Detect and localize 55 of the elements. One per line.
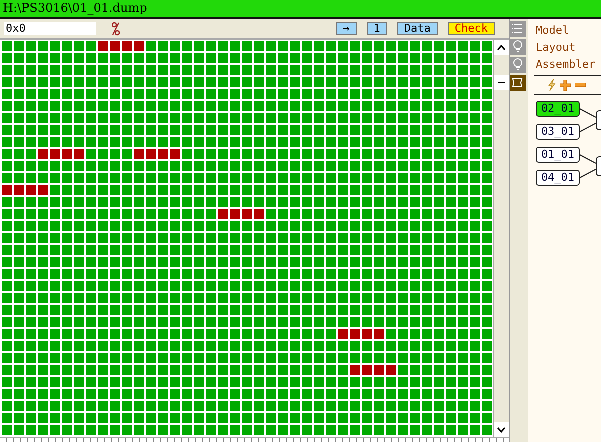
address-field[interactable]: 0x0 — [4, 22, 96, 35]
marked-cell[interactable] — [134, 149, 144, 159]
marked-cell[interactable] — [122, 41, 132, 51]
parent-node[interactable] — [596, 156, 601, 176]
marked-cell[interactable] — [50, 149, 60, 159]
plus-icon[interactable] — [560, 80, 571, 90]
scroll-up-button[interactable] — [494, 40, 509, 55]
marked-cell[interactable] — [362, 329, 372, 339]
marked-cell[interactable] — [386, 365, 396, 375]
toolbar-button[interactable]: Data — [397, 22, 438, 35]
collapse-button[interactable] — [494, 75, 509, 90]
marked-cell[interactable] — [350, 365, 360, 375]
lightning-icon[interactable] — [548, 79, 556, 91]
marked-cell[interactable] — [146, 149, 156, 159]
panel-tab[interactable]: Assembler — [536, 57, 601, 72]
check-button[interactable]: Check — [448, 22, 495, 35]
marked-cell[interactable] — [158, 149, 168, 159]
panel-tab[interactable]: Layout — [536, 40, 601, 55]
minus-icon[interactable] — [575, 83, 586, 87]
toolbar-button[interactable]: → — [336, 22, 357, 35]
chevron-down-icon — [497, 426, 506, 432]
marked-cell[interactable] — [242, 209, 252, 219]
tree-node[interactable]: 04_01 — [536, 170, 580, 186]
marked-cell[interactable] — [2, 185, 12, 195]
tab-icon-button[interactable] — [510, 75, 526, 91]
marked-cell[interactable] — [170, 149, 180, 159]
tree-node[interactable]: 02_01 — [536, 101, 580, 117]
window-title: H:\PS3016\01_01.dump — [0, 0, 601, 19]
toolbar-button[interactable]: 1 — [366, 22, 388, 35]
marked-cell[interactable] — [38, 149, 48, 159]
minus-icon — [498, 82, 506, 84]
marked-cell[interactable] — [134, 41, 144, 51]
parent-node[interactable] — [596, 110, 601, 130]
marked-cell[interactable] — [350, 329, 360, 339]
connector-line — [580, 154, 596, 178]
marked-cell[interactable] — [230, 209, 240, 219]
chevron-up-icon — [497, 44, 506, 50]
connector-line — [580, 108, 596, 132]
marked-cell[interactable] — [98, 41, 108, 51]
marked-cell[interactable] — [338, 329, 348, 339]
marked-cell[interactable] — [14, 185, 24, 195]
marked-cell[interactable] — [74, 149, 84, 159]
marked-cell[interactable] — [218, 209, 228, 219]
marked-cell[interactable] — [62, 149, 72, 159]
marked-cell[interactable] — [362, 365, 372, 375]
marked-cell[interactable] — [110, 41, 120, 51]
tree-node[interactable]: 03_01 — [536, 124, 580, 140]
marked-cell[interactable] — [38, 185, 48, 195]
marked-cell[interactable] — [374, 365, 384, 375]
scroll-down-button[interactable] — [494, 422, 509, 437]
panel-tab[interactable]: Model — [536, 23, 601, 38]
tree-node[interactable]: 01_01 — [536, 147, 580, 163]
marked-cell[interactable] — [26, 185, 36, 195]
marked-cell[interactable] — [374, 329, 384, 339]
marked-cell[interactable] — [254, 209, 264, 219]
